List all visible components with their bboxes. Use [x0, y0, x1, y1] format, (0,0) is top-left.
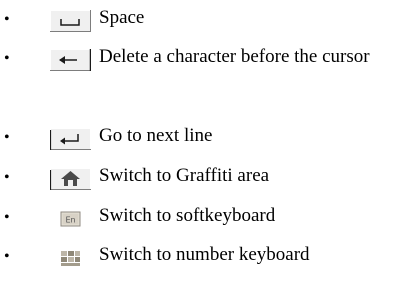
svg-text:En: En — [65, 216, 75, 225]
bullet: • — [4, 50, 10, 67]
bullet: • — [4, 129, 10, 146]
en-keyboard-icon: En — [50, 208, 91, 230]
backspace-key-icon — [50, 49, 91, 71]
home-key-icon — [50, 168, 91, 190]
item-label: Go to next line — [99, 125, 213, 146]
item-label: Switch to Graffiti area — [99, 165, 270, 186]
item-label: Switch to number keyboard — [99, 244, 310, 265]
shortcut-key-list: • Space • Delete a character before the … — [0, 0, 402, 285]
item-label: Space — [99, 7, 145, 28]
space-key-icon — [50, 10, 91, 32]
enter-key-icon — [50, 128, 91, 150]
number-keyboard-icon — [50, 247, 91, 269]
bullet: • — [4, 209, 10, 226]
item-label: Delete a character before the cursor — [99, 46, 370, 67]
bullet: • — [4, 11, 10, 28]
bullet: • — [4, 248, 10, 265]
item-label: Switch to softkeyboard — [99, 205, 276, 226]
bullet: • — [4, 169, 10, 186]
